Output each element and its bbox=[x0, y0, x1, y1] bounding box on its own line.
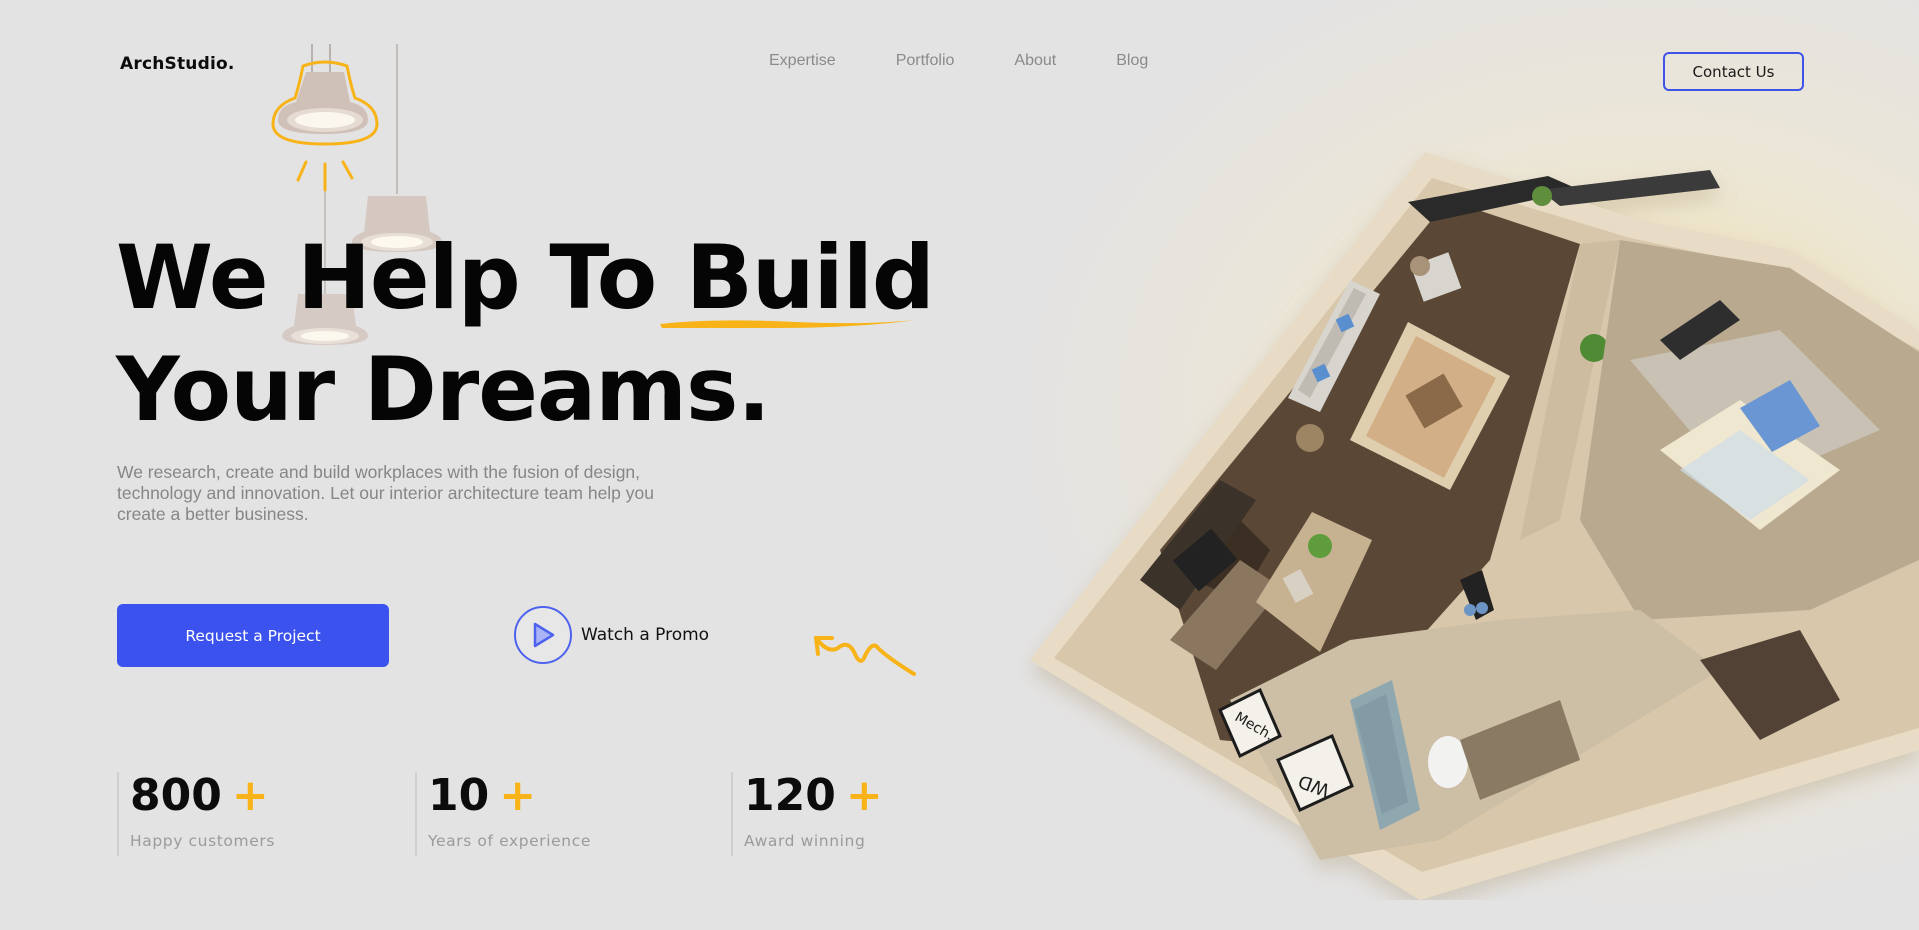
stat-value: 800 + bbox=[130, 770, 269, 821]
request-project-button[interactable]: Request a Project bbox=[117, 604, 389, 667]
plus-sign: + bbox=[499, 770, 537, 821]
squiggle-arrow-icon bbox=[814, 636, 916, 676]
stats-row: 800 + Happy customers 10 + Years of experi… bbox=[117, 772, 917, 856]
lamp-icon bbox=[271, 60, 379, 192]
stat-experience: 10 + Years of experience bbox=[415, 772, 715, 856]
nav-link-about[interactable]: About bbox=[1014, 52, 1056, 70]
hero-description: We research, create and build workplaces… bbox=[117, 462, 654, 524]
plus-sign: + bbox=[845, 770, 883, 821]
stat-label: Award winning bbox=[744, 832, 866, 850]
main-nav: Expertise Portfolio About Blog bbox=[769, 52, 1208, 70]
watch-promo-label[interactable]: Watch a Promo bbox=[581, 625, 709, 645]
nav-link-blog[interactable]: Blog bbox=[1116, 52, 1148, 70]
hero-headline: We Help To Build Your Dreams. bbox=[116, 222, 935, 446]
headline-part-1: We Help To bbox=[116, 226, 686, 329]
underline-stroke bbox=[660, 320, 916, 328]
stat-label: Years of experience bbox=[428, 832, 591, 850]
stat-customers: 800 + Happy customers bbox=[117, 772, 397, 856]
plus-sign: + bbox=[231, 770, 269, 821]
stat-value: 10 + bbox=[428, 770, 537, 821]
stat-awards: 120 + Award winning bbox=[731, 772, 911, 856]
watch-promo-button[interactable]: Watch a Promo bbox=[514, 606, 709, 664]
play-icon[interactable] bbox=[514, 606, 572, 664]
contact-us-button[interactable]: Contact Us bbox=[1663, 52, 1804, 91]
nav-link-portfolio[interactable]: Portfolio bbox=[896, 52, 955, 70]
stat-value: 120 + bbox=[744, 770, 883, 821]
floorplan-illustration: Mech. WD bbox=[1030, 152, 1919, 900]
headline-line-2: Your Dreams. bbox=[116, 338, 771, 441]
nav-link-expertise[interactable]: Expertise bbox=[769, 52, 836, 70]
stat-label: Happy customers bbox=[130, 832, 275, 850]
logo[interactable]: ArchStudio. bbox=[120, 54, 235, 74]
